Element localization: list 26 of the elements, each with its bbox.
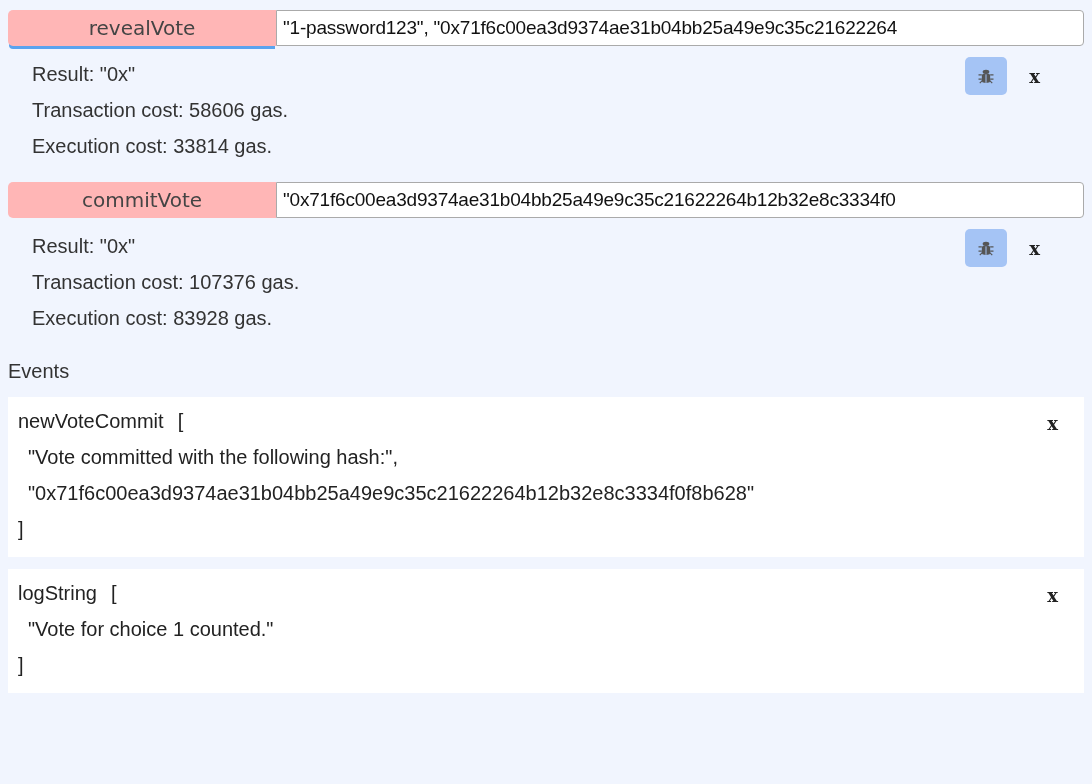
- result-text: Execution cost: 83928 gas.: [32, 306, 274, 331]
- result-text: Result: "0x": [32, 62, 137, 87]
- bracket: [: [177, 409, 184, 434]
- event-name: newVoteCommit: [18, 409, 164, 434]
- close-button[interactable]: x: [1025, 237, 1044, 259]
- section-heading: Events: [8, 360, 71, 383]
- close-button[interactable]: x: [1043, 413, 1062, 434]
- argument-field[interactable]: "1-password123", "0x71f6c00ea3d9374ae31b04bb25a49e9c35c21622264: [276, 10, 1084, 46]
- event-value: "0x71f6c00ea3d9374ae31b04bb25a49e9c35c21622264b12b32e8c3334f0f8b628": [27, 481, 754, 506]
- result-text: Execution cost: 33814 gas.: [32, 134, 274, 159]
- result-text: Result: "0x": [32, 234, 137, 259]
- bracket: [: [110, 581, 117, 606]
- function-button[interactable]: revealVote: [8, 10, 276, 46]
- result-text: Transaction cost: 107376 gas.: [32, 270, 300, 295]
- event-name: logString: [18, 581, 97, 606]
- result-text: Transaction cost: 58606 gas.: [32, 98, 289, 123]
- debug-button[interactable]: [965, 57, 1008, 95]
- close-button[interactable]: x: [1025, 65, 1044, 87]
- function-button[interactable]: commitVote: [8, 182, 276, 218]
- event-value: "Vote committed with the following hash:",: [27, 445, 399, 470]
- close-button[interactable]: x: [1043, 585, 1062, 606]
- bracket: ]: [18, 518, 24, 540]
- event-value: "Vote for choice 1 counted.": [27, 617, 274, 642]
- bracket: ]: [18, 654, 24, 676]
- argument-field[interactable]: "0x71f6c00ea3d9374ae31b04bb25a49e9c35c21622264b12b32e8c3334f0: [276, 182, 1084, 218]
- debug-button[interactable]: [965, 229, 1008, 267]
